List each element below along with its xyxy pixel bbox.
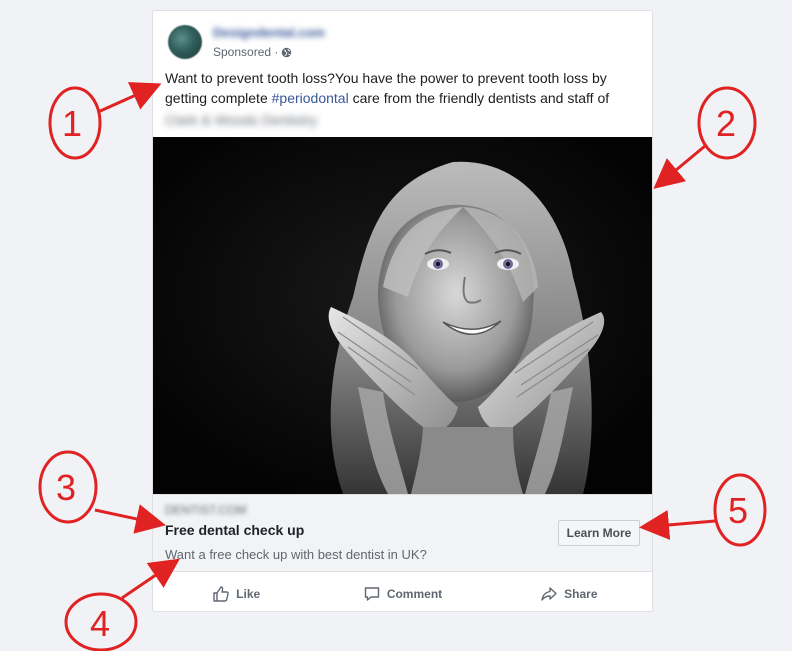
share-label: Share <box>564 587 598 601</box>
post-text: Want to prevent tooth loss?You have the … <box>165 68 635 130</box>
like-icon <box>213 586 229 602</box>
blurred-business-name: Clark & Woods Dentistry <box>165 112 318 128</box>
annotation-label-4: 4 <box>90 603 110 644</box>
like-label: Like <box>236 587 261 601</box>
globe-icon <box>282 47 292 57</box>
annotation-label-3: 3 <box>56 467 76 508</box>
share-button[interactable]: Share <box>486 579 652 609</box>
link-preview[interactable]: DENTIST.COM Free dental check up Want a … <box>153 494 652 572</box>
comment-icon <box>364 587 380 601</box>
ad-post-card: Designdental.com Sponsored · Want to pre… <box>152 10 653 612</box>
sponsored-label[interactable]: Sponsored · <box>213 45 278 59</box>
like-button[interactable]: Like <box>153 579 319 609</box>
link-headline[interactable]: Free dental check up <box>165 522 304 538</box>
share-icon <box>541 587 557 601</box>
comment-label: Comment <box>386 587 443 601</box>
post-meta: Sponsored · <box>213 45 292 59</box>
annotation-label-1: 1 <box>62 103 82 144</box>
annotation-label-2: 2 <box>716 103 736 144</box>
girl-photo <box>153 137 652 494</box>
learn-more-button[interactable]: Learn More <box>558 520 640 546</box>
annotation-arrow-1 <box>97 82 162 114</box>
annotation-circle-5 <box>713 473 767 547</box>
post-text-after: care from the friendly dentists and staf… <box>348 90 610 106</box>
annotation-circle-1 <box>48 86 102 160</box>
page-avatar[interactable] <box>168 25 202 59</box>
page-name-link[interactable]: Designdental.com <box>213 25 325 40</box>
annotation-label-5: 5 <box>728 490 748 531</box>
annotation-circle-3 <box>38 450 98 524</box>
hashtag-link[interactable]: #periodontal <box>272 90 349 106</box>
annotation-arrow-3 <box>94 504 166 534</box>
annotation-circle-2 <box>697 86 757 160</box>
link-domain: DENTIST.COM <box>165 503 247 517</box>
ad-image[interactable] <box>153 137 652 494</box>
action-bar: Like Comment Share <box>153 579 652 609</box>
link-description: Want a free check up with best dentist i… <box>165 547 427 562</box>
annotation-circle-4 <box>64 592 138 651</box>
annotation-arrow-5 <box>639 510 716 540</box>
annotation-arrow-2 <box>653 144 706 189</box>
comment-button[interactable]: Comment <box>319 579 485 609</box>
